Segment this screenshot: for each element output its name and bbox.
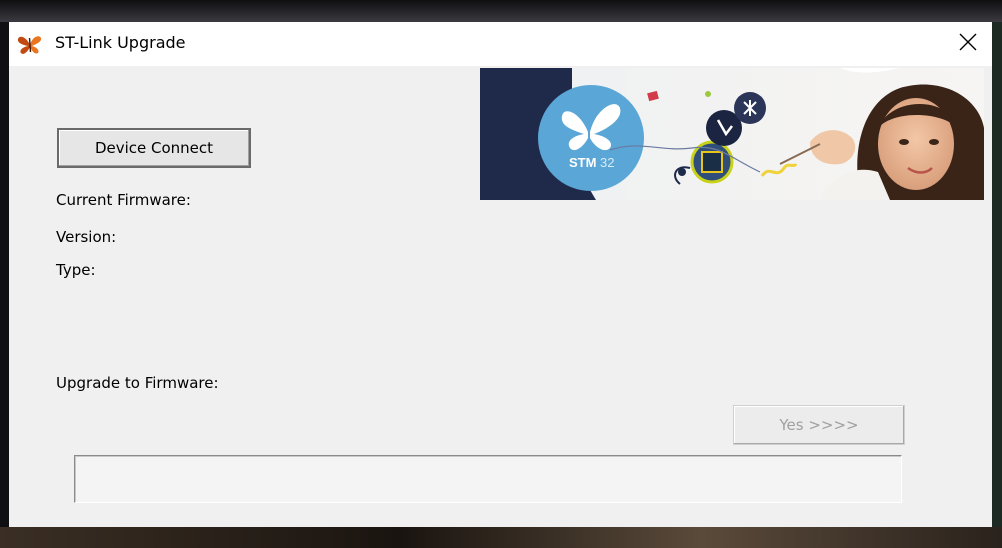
desktop-background-left (0, 22, 9, 527)
stm32-banner-image: STM 32 (480, 68, 984, 200)
banner-badge-suffix: 32 (600, 155, 614, 170)
upgrade-to-firmware-label: Upgrade to Firmware: (56, 374, 219, 392)
desktop-background-right (992, 22, 1002, 527)
banner-badge-text: STM (569, 155, 596, 170)
current-firmware-label: Current Firmware: (56, 191, 191, 209)
yes-upgrade-button[interactable]: Yes >>>> (733, 405, 905, 445)
upgrade-progress-bar (74, 455, 902, 503)
version-label: Version: (56, 228, 117, 246)
device-connect-button[interactable]: Device Connect (57, 128, 251, 168)
desktop-background-top (0, 0, 1002, 22)
butterfly-app-icon (17, 32, 43, 56)
close-icon (959, 33, 977, 55)
type-label: Type: (56, 261, 96, 279)
close-button[interactable] (944, 22, 992, 66)
st-link-upgrade-dialog: ST-Link Upgrade Device Connect Current F… (9, 22, 992, 527)
window-title: ST-Link Upgrade (55, 33, 186, 52)
desktop-background-bottom (0, 527, 1002, 548)
title-bar[interactable]: ST-Link Upgrade (9, 22, 992, 66)
